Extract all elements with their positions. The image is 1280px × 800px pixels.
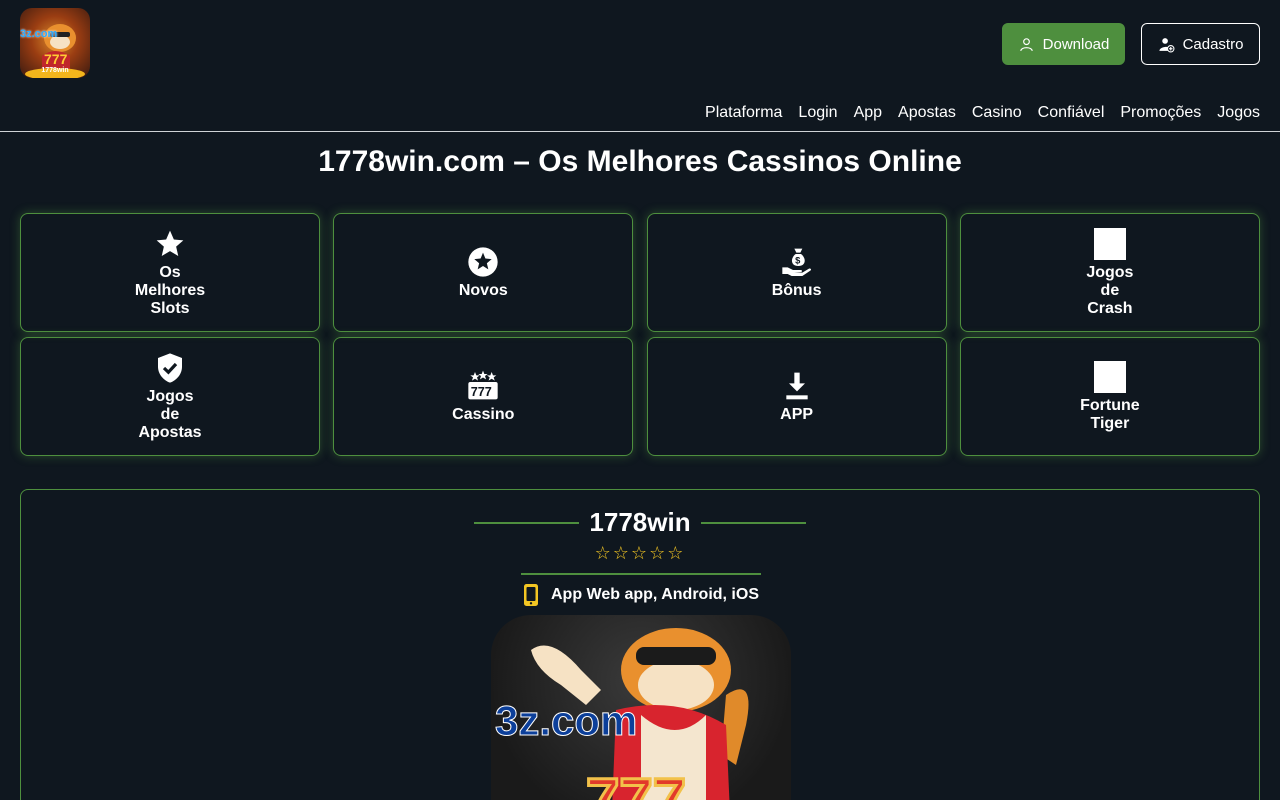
nav-item-plataforma[interactable]: Plataforma	[705, 104, 782, 122]
svg-text:777: 777	[471, 385, 492, 399]
download-icon	[785, 372, 808, 399]
category-card-melhores-slots[interactable]: Os Melhores Slots	[20, 213, 320, 332]
cadastro-label: Cadastro	[1182, 35, 1244, 53]
category-label: APP	[780, 405, 814, 423]
category-card-jogos-de-apostas[interactable]: Jogos de Apostas	[20, 337, 320, 456]
category-label: Jogos de Apostas	[138, 387, 202, 441]
brand-name: 1778win	[589, 507, 691, 537]
image-placeholder-icon	[1093, 227, 1126, 260]
logo-text: 3z.com	[20, 28, 58, 40]
app-platforms-text: App Web app, Android, iOS	[551, 586, 759, 603]
shield-check-icon	[158, 352, 182, 383]
hero-image: 777 3z.com	[491, 615, 791, 800]
money-bag-hand-icon: $	[781, 248, 811, 276]
circle-star-icon	[468, 246, 498, 277]
category-label: Bônus	[771, 281, 822, 299]
hero-brand-text: 3z.com	[494, 697, 638, 745]
rating-stars: ☆☆☆☆☆	[594, 543, 686, 563]
category-label: Novos	[458, 281, 508, 299]
category-card-novos[interactable]: Novos	[333, 213, 634, 332]
nav-item-login[interactable]: Login	[798, 104, 837, 122]
category-label: Cassino	[452, 405, 515, 423]
cadastro-button[interactable]: Cadastro	[1141, 23, 1260, 65]
category-card-bonus[interactable]: $ Bônus	[646, 213, 947, 332]
svg-text:777: 777	[586, 766, 686, 800]
category-grid: Os Melhores Slots Novos $ Bônus Jogos de…	[20, 213, 1260, 456]
category-label: Os Melhores Slots	[134, 263, 206, 317]
category-card-app[interactable]: APP	[646, 337, 947, 456]
divider-line	[700, 521, 806, 524]
nav-item-casino[interactable]: Casino	[972, 104, 1022, 122]
divider-line	[474, 521, 580, 524]
nav-item-promocoes[interactable]: Promoções	[1120, 104, 1201, 122]
svg-text:777: 777	[44, 51, 68, 67]
nav-item-app[interactable]: App	[854, 104, 882, 122]
nav-item-apostas[interactable]: Apostas	[898, 104, 956, 122]
image-placeholder-icon	[1093, 360, 1126, 393]
slot-777-icon: 777	[468, 370, 498, 399]
user-icon	[1019, 37, 1033, 51]
user-plus-icon	[1158, 37, 1175, 52]
app-platforms: App Web app, Android, iOS	[21, 583, 1259, 607]
header-divider	[0, 131, 1280, 132]
category-label: Fortune Tiger	[1080, 396, 1140, 432]
category-card-jogos-de-crash[interactable]: Jogos de Crash	[959, 213, 1260, 332]
download-label: Download	[1042, 35, 1110, 53]
app-info-panel: 1778win ☆☆☆☆☆ App Web app, Android, iOS …	[20, 489, 1260, 800]
download-button[interactable]: Download	[1002, 23, 1125, 65]
main-nav: Plataforma Login App Apostas Casino Conf…	[705, 104, 1260, 122]
page-title: 1778win.com – Os Melhores Cassinos Onlin…	[318, 145, 962, 178]
brand-heading: 1778win	[21, 507, 1259, 538]
nav-item-jogos[interactable]: Jogos	[1217, 104, 1260, 122]
category-card-cassino[interactable]: 777 Cassino	[333, 337, 634, 456]
category-label: Jogos de Crash	[1086, 263, 1134, 317]
category-card-fortune-tiger[interactable]: Fortune Tiger	[959, 337, 1260, 456]
logo-sub: 1778win	[41, 67, 69, 74]
site-logo[interactable]: 777 3z.com 1778win	[20, 8, 90, 78]
mobile-phone-icon	[524, 584, 538, 606]
svg-text:$: $	[795, 255, 801, 265]
divider-line	[521, 573, 761, 575]
star-icon	[156, 230, 184, 256]
nav-item-confiavel[interactable]: Confiável	[1038, 104, 1105, 122]
